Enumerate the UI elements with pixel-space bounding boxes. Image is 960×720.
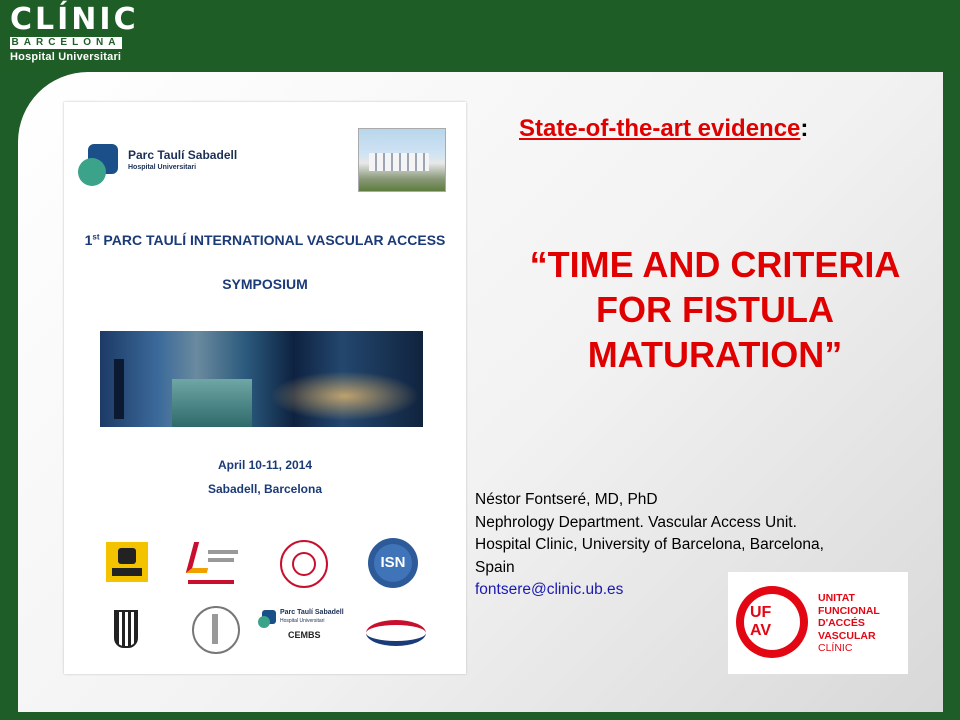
ufav-uf-text: UF [750,604,772,621]
sponsor-cembs-logo: Parc Taulí Sabadell Hospital Universitar… [258,608,358,652]
author-institution: Hospital Clinic, University of Barcelona… [475,536,824,553]
poster-photo-band [100,331,423,427]
surgery-image [172,379,252,427]
isn-text: ISN [380,554,406,571]
sponsor-medical-logo [192,606,240,654]
sponsor-era-logo [280,540,328,588]
slide-heading: State-of-the-art evidence: [519,115,808,143]
poster-subtitle: SYMPOSIUM [222,276,308,292]
parc-tauli-logo-icon [78,144,118,188]
poster-date: April 10-11, 2014 [217,458,313,472]
ufav-logo: UF AV UNITAT FUNCIONAL D'ACCÉS VASCULAR … [728,572,908,674]
ufav-av-text: AV [750,622,772,639]
logo-main-text: CLÍNIC [10,2,139,37]
title-line-1: “TIME AND CRITERIA [529,244,901,285]
city-night-image [270,371,420,421]
hospital-photo [358,128,446,192]
sponsor-scn-logo [106,542,148,582]
clinic-logo: CLÍNIC BARCELONA Hospital Universitari [10,5,139,63]
sponsor-shield-logo [104,604,148,654]
logo-bar-text: BARCELONA [10,37,122,49]
sponsor-isn-logo: ISN [368,538,418,588]
slide-main-title: “TIME AND CRITERIA FOR FISTULA MATURATIO… [485,242,945,377]
slide-heading-text: State-of-the-art evidence [519,115,801,142]
header-bar: CLÍNIC BARCELONA Hospital Universitari [0,0,960,72]
cembs-sub: Hospital Universitari [280,618,325,624]
poster-org-name: Parc Taulí Sabadell [128,148,238,162]
cembs-name: CEMBS [288,630,321,640]
poster-place: Sabadell, Barcelona [207,482,323,496]
symposium-poster: Parc Taulí Sabadell Hospital Universitar… [64,102,466,674]
slide-heading-colon: : [800,115,809,142]
sponsor-swoosh-logo [364,614,430,646]
ufav-label: UNITAT FUNCIONAL D'ACCÉS VASCULAR CLÍNIC [818,592,880,654]
title-line-3: MATURATION” [587,334,843,375]
sponsor-sen-logo [182,538,242,590]
author-department: Nephrology Department. Vascular Access U… [475,513,797,531]
poster-title: 1st PARC TAULÍ INTERNATIONAL VASCULAR AC… [84,232,446,248]
poster-org-sub: Hospital Universitari [128,164,197,171]
ufav-ring-icon: UF AV [736,586,808,658]
tower-image [114,359,124,419]
cembs-title: Parc Taulí Sabadell [280,609,344,616]
logo-sub-text: Hospital Universitari [10,51,122,63]
title-line-2: FOR FISTULA [596,289,834,330]
author-name: Néstor Fontseré, MD, PhD [475,491,658,508]
